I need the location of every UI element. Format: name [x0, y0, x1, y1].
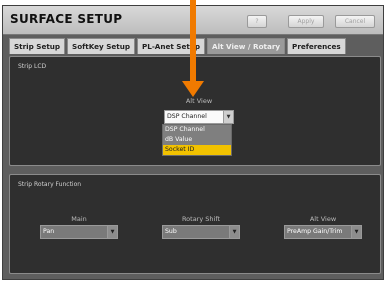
- rotary-shift-caption: Rotary Shift: [181, 215, 221, 223]
- tab-preferences[interactable]: Preferences: [287, 38, 346, 54]
- help-button[interactable]: ?: [247, 15, 267, 28]
- rotary-alt-view-value: PreAmp Gain/Trim: [287, 228, 343, 235]
- tab-bar: Strip Setup SoftKey Setup PL-Anet Setup …: [9, 38, 346, 54]
- cancel-button[interactable]: Cancel: [335, 15, 375, 28]
- rotary-shift-select[interactable]: Sub ▼: [162, 225, 240, 239]
- strip-lcd-alt-view-dropdown: DSP Channel dB Value Socket ID: [162, 124, 232, 156]
- chevron-down-icon: ▼: [229, 226, 239, 238]
- tab-alt-view-rotary[interactable]: Alt View / Rotary: [207, 38, 286, 54]
- option-socket-id[interactable]: Socket ID: [163, 145, 231, 155]
- tab-strip-setup[interactable]: Strip Setup: [9, 38, 66, 54]
- strip-rotary-label: Strip Rotary Function: [18, 181, 82, 188]
- strip-lcd-alt-view-value: DSP Channel: [167, 113, 207, 120]
- strip-lcd-alt-view-select[interactable]: DSP Channel ▼: [164, 110, 234, 124]
- main-function-select[interactable]: Pan ▼: [40, 225, 118, 239]
- annotation-arrow-icon: [182, 81, 204, 97]
- option-db-value[interactable]: dB Value: [163, 135, 231, 145]
- strip-rotary-pane: Strip Rotary Function Main Pan ▼ Rotary …: [9, 174, 381, 274]
- window-title: SURFACE SETUP: [10, 12, 123, 26]
- rotary-alt-view-select[interactable]: PreAmp Gain/Trim ▼: [284, 225, 362, 239]
- strip-lcd-label: Strip LCD: [18, 63, 47, 70]
- rotary-shift-value: Sub: [165, 228, 177, 235]
- chevron-down-icon: ▼: [351, 226, 361, 238]
- strip-lcd-alt-view-caption: Alt View: [185, 97, 213, 105]
- rotary-alt-view-caption: Alt View: [309, 215, 337, 223]
- cancel-button-label: Cancel: [344, 18, 366, 25]
- option-dsp-channel[interactable]: DSP Channel: [163, 125, 231, 135]
- tab-softkey-setup[interactable]: SoftKey Setup: [67, 38, 135, 54]
- annotation-arrow-shaft: [190, 0, 196, 82]
- main-caption: Main: [71, 215, 87, 223]
- chevron-down-icon: ▼: [223, 111, 233, 123]
- chevron-down-icon: ▼: [107, 226, 117, 238]
- apply-button[interactable]: Apply: [288, 15, 324, 28]
- main-function-value: Pan: [43, 228, 55, 235]
